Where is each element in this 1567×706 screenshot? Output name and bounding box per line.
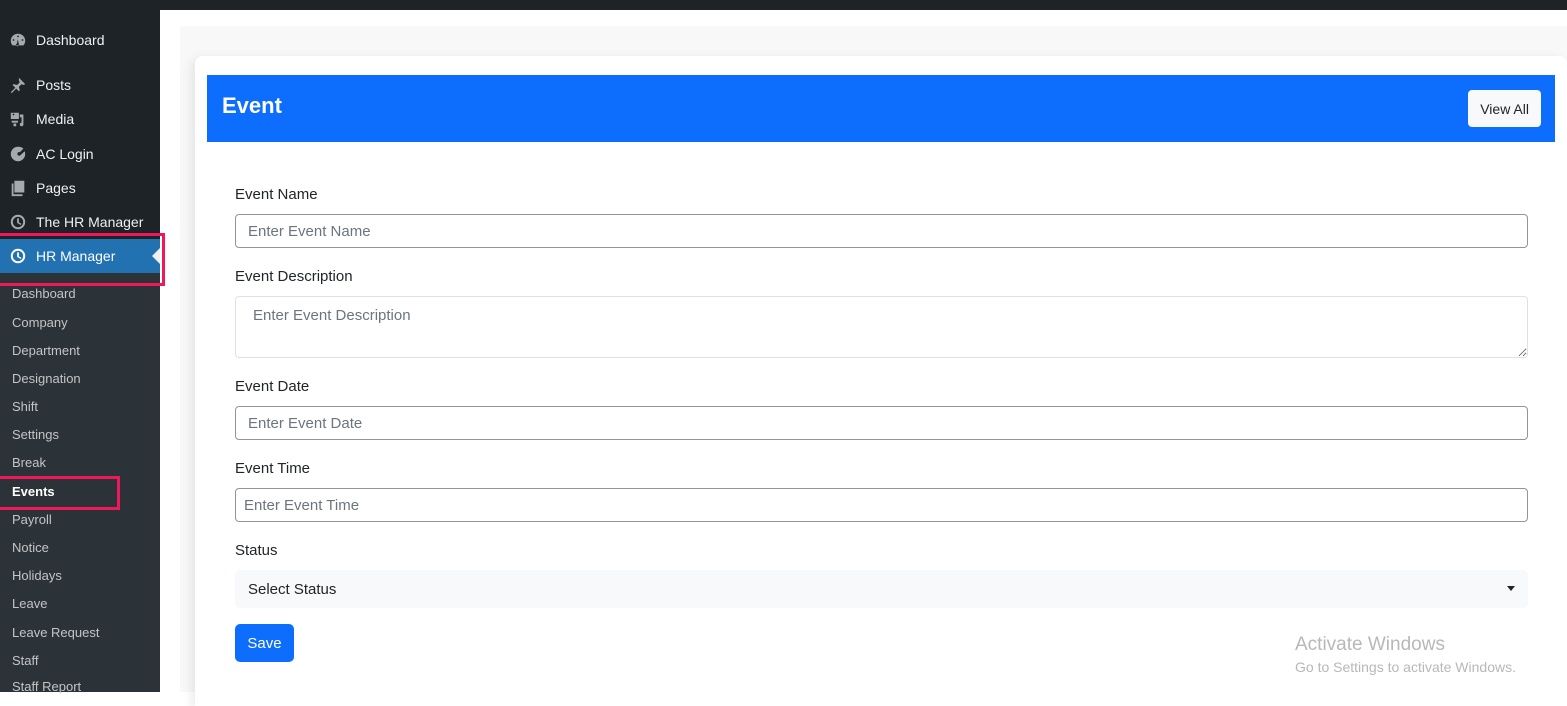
- submenu-item-holidays[interactable]: Holidays: [12, 567, 62, 585]
- event-name-input[interactable]: [235, 214, 1528, 248]
- sidebar-item-label: Media: [36, 111, 75, 127]
- submenu-item-staff[interactable]: Staff: [12, 652, 39, 670]
- admin-top-bar: [0, 0, 1567, 10]
- sidebar-item-label: Pages: [36, 180, 76, 196]
- event-date-label: Event Date: [235, 378, 310, 395]
- submenu-item-events[interactable]: Events: [12, 483, 55, 501]
- dashboard-icon: [0, 31, 36, 49]
- submenu-item-payroll[interactable]: Payroll: [12, 511, 52, 529]
- event-card: [195, 56, 1567, 706]
- sidebar-item-label: The HR Manager: [36, 214, 144, 230]
- pin-icon: [0, 76, 36, 94]
- clock-icon: [0, 213, 36, 231]
- windows-activation-watermark: Activate Windows Go to Settings to activ…: [1295, 634, 1516, 678]
- submenu-item-leave-request[interactable]: Leave Request: [12, 624, 99, 642]
- watermark-subtitle: Go to Settings to activate Windows.: [1295, 659, 1516, 675]
- sidebar-item-label: AC Login: [36, 146, 94, 162]
- sidebar-item-the-hr-manager[interactable]: The HR Manager: [0, 205, 160, 239]
- event-description-label: Event Description: [235, 268, 353, 285]
- submenu-item-department[interactable]: Department: [12, 342, 80, 360]
- submenu-item-designation[interactable]: Designation: [12, 370, 81, 388]
- save-button[interactable]: Save: [235, 624, 294, 662]
- view-all-button[interactable]: View All: [1468, 90, 1541, 127]
- sidebar-item-ac-login[interactable]: AC Login: [0, 137, 160, 171]
- submenu-item-company[interactable]: Company: [12, 314, 68, 332]
- hr-manager-submenu: Dashboard Company Department Designation…: [0, 273, 160, 694]
- event-time-label: Event Time: [235, 460, 311, 477]
- ac-login-icon: [0, 145, 36, 163]
- submenu-item-break[interactable]: Break: [12, 454, 46, 472]
- event-name-label: Event Name: [235, 186, 318, 203]
- submenu-item-staff-report[interactable]: Staff Report: [12, 678, 81, 696]
- watermark-title: Activate Windows: [1295, 634, 1445, 655]
- pages-icon: [0, 179, 36, 197]
- status-selected-value: Select Status: [248, 580, 337, 598]
- sidebar-item-media[interactable]: Media: [0, 102, 160, 136]
- sidebar-item-posts[interactable]: Posts: [0, 68, 160, 102]
- submenu-item-notice[interactable]: Notice: [12, 539, 49, 557]
- submenu-item-settings[interactable]: Settings: [12, 426, 59, 444]
- page-title: Event: [222, 93, 282, 118]
- clock-icon: [0, 247, 36, 265]
- status-label: Status: [235, 542, 278, 559]
- event-date-input[interactable]: [235, 406, 1528, 440]
- media-icon: [0, 110, 36, 128]
- status-select[interactable]: Select Status: [235, 570, 1528, 608]
- event-description-textarea[interactable]: [235, 296, 1528, 358]
- event-time-input[interactable]: [235, 488, 1528, 522]
- sidebar-item-hr-manager[interactable]: HR Manager: [0, 239, 160, 273]
- admin-sidebar: Dashboard Posts Media AC Login Pages The…: [0, 0, 165, 694]
- submenu-item-leave[interactable]: Leave: [12, 595, 47, 613]
- caret-down-icon: [1507, 586, 1515, 591]
- card-header: Event View All: [207, 75, 1555, 142]
- sidebar-item-pages[interactable]: Pages: [0, 171, 160, 205]
- submenu-item-shift[interactable]: Shift: [12, 398, 38, 416]
- submenu-item-dashboard[interactable]: Dashboard: [12, 285, 76, 303]
- sidebar-item-label: HR Manager: [36, 248, 116, 264]
- sidebar-item-dashboard[interactable]: Dashboard: [0, 23, 160, 57]
- sidebar-item-label: Dashboard: [36, 32, 105, 48]
- sidebar-item-label: Posts: [36, 77, 72, 93]
